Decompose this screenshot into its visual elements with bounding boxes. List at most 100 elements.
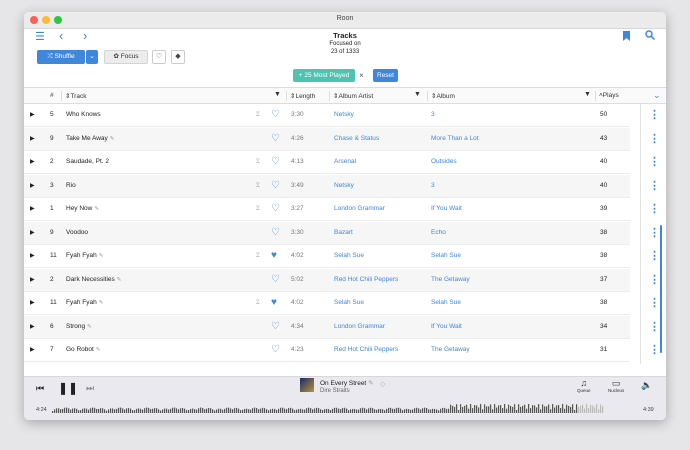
heart-outline-icon[interactable]: ♡: [271, 109, 280, 121]
album-artist-link[interactable]: Netsky: [334, 111, 354, 118]
table-row[interactable]: ▶ 1 Hey Now ✎ ⁚‧⁚ ♡ 3:27 London Grammar If You W…: [24, 198, 630, 221]
more-options-icon[interactable]: ⋮: [649, 227, 660, 238]
album-link[interactable]: Selah Sue: [431, 252, 461, 259]
play-icon[interactable]: ▶: [30, 158, 35, 165]
tag-button[interactable]: ◆: [171, 50, 185, 64]
now-playing-artist[interactable]: Dire Straits: [320, 388, 350, 394]
album-artist-link[interactable]: Chase & Status: [334, 135, 379, 142]
play-icon[interactable]: ▶: [30, 252, 35, 259]
album-artist-link[interactable]: Arsenal: [334, 158, 356, 165]
shuffle-button[interactable]: ⤮ Shuffle: [37, 50, 85, 64]
track-title[interactable]: Go Robot ✎: [66, 346, 100, 353]
album-link[interactable]: The Getaway: [431, 276, 470, 283]
col-num[interactable]: #: [50, 92, 54, 99]
track-title[interactable]: Hey Now ✎: [66, 205, 99, 212]
table-row[interactable]: ▶ 9 Take Me Away ✎ ♡ 4:26 Chase & Status More T…: [24, 127, 630, 151]
album-artist-link[interactable]: Netsky: [334, 182, 354, 189]
play-icon[interactable]: ▶: [30, 182, 35, 189]
menu-icon[interactable]: ☰: [35, 31, 45, 43]
more-options-icon[interactable]: ⋮: [649, 298, 660, 309]
play-icon[interactable]: ▶: [30, 346, 35, 353]
col-album-artist[interactable]: ⇕Album Artist: [333, 92, 373, 100]
back-icon[interactable]: ‹: [59, 29, 63, 42]
album-artist-link[interactable]: Red Hot Chili Peppers: [334, 276, 398, 283]
album-link[interactable]: Selah Sue: [431, 299, 461, 306]
album-artist-link[interactable]: Red Hot Chili Peppers: [334, 346, 398, 353]
track-title[interactable]: Fyah Fyah ✎: [66, 299, 103, 306]
heart-outline-icon[interactable]: ♡: [271, 180, 280, 192]
more-options-icon[interactable]: ⋮: [649, 251, 660, 262]
play-icon[interactable]: ▶: [30, 135, 35, 142]
album-link[interactable]: If You Wait: [431, 205, 462, 212]
reset-button[interactable]: Reset: [373, 69, 398, 82]
more-options-icon[interactable]: ⋮: [649, 157, 660, 168]
heart-outline-icon[interactable]: ♡: [271, 321, 280, 333]
more-options-icon[interactable]: ⋮: [649, 133, 660, 144]
track-title[interactable]: Who Knows: [66, 111, 101, 118]
heart-filled-icon[interactable]: ♥: [271, 297, 277, 309]
heart-outline-icon[interactable]: ♡: [271, 133, 280, 145]
previous-track-icon[interactable]: ⏮: [36, 383, 44, 394]
heart-filled-icon[interactable]: ♥: [271, 250, 277, 262]
col-length[interactable]: ⇕Length: [290, 92, 315, 100]
track-title[interactable]: Dark Necessities ✎: [66, 276, 121, 283]
play-icon[interactable]: ▶: [30, 276, 35, 283]
focus-button[interactable]: ✿ Focus: [104, 50, 148, 64]
album-link[interactable]: If You Wait: [431, 323, 462, 330]
track-title[interactable]: Rio: [66, 182, 76, 189]
table-row[interactable]: ▶ 7 Go Robot ✎ ♡ 4:23 Red Hot Chili Peppers The…: [24, 339, 630, 362]
play-icon[interactable]: ▶: [30, 111, 35, 118]
heart-outline-icon[interactable]: ♡: [271, 203, 280, 215]
col-track[interactable]: ⇕Track: [65, 92, 86, 100]
more-options-icon[interactable]: ⋮: [649, 204, 660, 215]
more-options-icon[interactable]: ⋮: [649, 274, 660, 285]
album-link[interactable]: 3: [431, 182, 435, 189]
album-artist-link[interactable]: London Grammar: [334, 323, 385, 330]
next-track-icon[interactable]: ⏭: [86, 383, 94, 394]
remove-filter-button[interactable]: ×: [356, 69, 367, 82]
col-album[interactable]: ⇕Album: [431, 92, 455, 100]
table-row[interactable]: ▶ 5 Who Knows ⁚‧⁚ ♡ 3:30 Netsky 3 50: [24, 104, 630, 127]
album-artist-link[interactable]: Selah Sue: [334, 299, 364, 306]
forward-icon[interactable]: ›: [83, 29, 87, 42]
zone-button[interactable]: ▭ Nucleus: [608, 378, 624, 393]
favorite-filter-button[interactable]: ♡: [152, 50, 166, 64]
play-options-dropdown[interactable]: ⌄: [86, 50, 98, 64]
heart-outline-icon[interactable]: ♡: [271, 344, 280, 356]
album-link[interactable]: The Getaway: [431, 346, 470, 353]
scrollbar-thumb[interactable]: [660, 225, 662, 353]
bookmark-icon[interactable]: [623, 31, 630, 44]
album-link[interactable]: Outsides: [431, 158, 457, 165]
table-row[interactable]: ▶ 9 Voodoo ♡ 3:30 Bazart Echo 38: [24, 221, 630, 245]
search-icon[interactable]: [645, 30, 656, 43]
volume-icon[interactable]: 🔈: [641, 380, 652, 391]
pause-icon[interactable]: ❚❚: [58, 381, 78, 395]
table-row[interactable]: ▶ 2 Saudade, Pt. 2 ⁚‧⁚ ♡ 4:13 Arsenal Outsides 4…: [24, 151, 630, 174]
column-options-icon[interactable]: ⌄: [653, 90, 661, 101]
waveform-seekbar[interactable]: [52, 401, 604, 413]
col-plays[interactable]: ˄Plays: [599, 92, 619, 99]
album-artist-link[interactable]: Selah Sue: [334, 252, 364, 259]
track-title[interactable]: Saudade, Pt. 2: [66, 158, 109, 165]
play-icon[interactable]: ▶: [30, 299, 35, 306]
track-title[interactable]: Take Me Away ✎: [66, 135, 114, 142]
more-options-icon[interactable]: ⋮: [649, 180, 660, 191]
play-icon[interactable]: ▶: [30, 205, 35, 212]
more-options-icon[interactable]: ⋮: [649, 345, 660, 356]
album-artist-link[interactable]: London Grammar: [334, 205, 385, 212]
track-filter-icon[interactable]: ▼: [274, 91, 281, 98]
album-artist-link[interactable]: Bazart: [334, 229, 353, 236]
filter-chip[interactable]: + 25 Most Played: [293, 69, 355, 82]
table-row[interactable]: ▶ 3 Rio ⁚‧⁚ ♡ 3:49 Netsky 3 40: [24, 174, 630, 198]
more-options-icon[interactable]: ⋮: [649, 110, 660, 121]
album-link[interactable]: 3: [431, 111, 435, 118]
now-playing-title[interactable]: On Every Street ✎: [320, 379, 374, 387]
album-link[interactable]: More Than a Lot: [431, 135, 479, 142]
track-title[interactable]: Voodoo: [66, 229, 88, 236]
table-row[interactable]: ▶ 2 Dark Necessities ✎ ♡ 5:02 Red Hot Chili Pe…: [24, 268, 630, 292]
table-row[interactable]: ▶ 11 Fyah Fyah ✎ ⁚‧⁚ ♥ 4:02 Selah Sue Selah Sue 3…: [24, 245, 630, 268]
table-row[interactable]: ▶ 11 Fyah Fyah ✎ ⁚‧⁚ ♥ 4:02 Selah Sue Selah Sue 3…: [24, 292, 630, 315]
signal-path-icon[interactable]: ◇: [380, 380, 385, 388]
heart-outline-icon[interactable]: ♡: [271, 156, 280, 168]
track-title[interactable]: Strong ✎: [66, 323, 92, 330]
